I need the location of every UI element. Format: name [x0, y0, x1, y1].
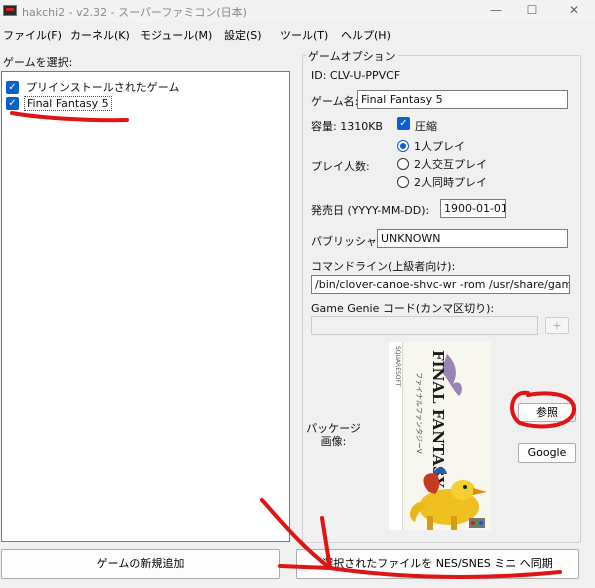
menu-settings[interactable]: 設定(S)	[224, 27, 262, 43]
menu-bar: ファイル(F) カーネル(K) モジュール(M) 設定(S) ツール(T) ヘル…	[0, 22, 595, 44]
game-label: プリインストールされたゲーム	[26, 81, 180, 94]
command-line-label: コマンドライン(上級者向け):	[311, 260, 456, 273]
menu-tools[interactable]: ツール(T)	[280, 27, 328, 43]
game-label: Final Fantasy 5	[24, 95, 112, 111]
sync-button[interactable]: 選択されたファイルを NES/SNES ミニ へ同期	[296, 549, 579, 579]
radio-label: 2人交互プレイ	[414, 158, 487, 171]
app-icon	[3, 5, 17, 16]
game-id: ID: CLV-U-PPVCF	[311, 69, 401, 82]
title-bar: hakchi2 - v2.32 - スーパーファミコン(日本) — ☐ ✕	[0, 0, 595, 22]
checkbox-final-fantasy-5[interactable]: ✓	[6, 96, 19, 110]
menu-help[interactable]: ヘルプ(H)	[341, 27, 391, 43]
players-label: プレイ人数:	[311, 160, 370, 173]
release-date-label: 発売日 (YYYY-MM-DD):	[311, 204, 430, 217]
radio-two-player-simultaneous[interactable]: 2人同時プレイ	[397, 174, 487, 190]
publisher-input[interactable]: UNKNOWN	[377, 229, 568, 248]
list-item[interactable]: ✓ プリインストールされたゲーム	[6, 79, 181, 95]
google-search-button[interactable]: Google	[518, 443, 576, 463]
radio-button[interactable]	[397, 176, 409, 188]
radio-label: 1人プレイ	[414, 140, 465, 153]
browse-button[interactable]: 参照	[518, 403, 576, 422]
release-date-input[interactable]: 1900-01-01	[440, 199, 506, 218]
game-list[interactable]: ✓ プリインストールされたゲーム ✓ Final Fantasy 5	[1, 71, 290, 542]
menu-modules[interactable]: モジュール(M)	[140, 27, 212, 43]
command-line-input[interactable]: /bin/clover-canoe-shvc-wr -rom /usr/shar…	[311, 275, 570, 294]
game-genie-label: Game Genie コード(カンマ区切り):	[311, 302, 495, 315]
menu-file[interactable]: ファイル(F)	[3, 27, 62, 43]
box-art-illustration: SQUARESOFT FINAL FANTASY V ファイナルファンタジーV	[389, 342, 491, 530]
game-genie-add-button[interactable]: +	[545, 317, 569, 334]
menu-kernel[interactable]: カーネル(K)	[70, 27, 130, 43]
radio-label: 2人同時プレイ	[414, 176, 487, 189]
package-image-label: パッケージ画像:	[306, 422, 361, 448]
game-options-legend: ゲームオプション	[306, 48, 398, 64]
checkbox-preinstalled[interactable]: ✓	[6, 80, 19, 94]
radio-two-player-alternating[interactable]: 2人交互プレイ	[397, 156, 487, 172]
game-genie-input[interactable]	[311, 316, 538, 335]
radio-one-player[interactable]: 1人プレイ	[397, 138, 465, 154]
close-button[interactable]: ✕	[556, 0, 592, 22]
minimize-button[interactable]: —	[478, 0, 514, 22]
game-list-label: ゲームを選択:	[3, 56, 73, 69]
radio-button[interactable]	[397, 140, 409, 152]
box-art-publisher-mark: SQUARESOFT	[394, 346, 401, 387]
box-art-kana: ファイナルファンタジーV	[415, 372, 424, 454]
box-art-image: SQUARESOFT FINAL FANTASY V ファイナルファンタジーV	[389, 342, 491, 530]
window-title: hakchi2 - v2.32 - スーパーファミコン(日本)	[22, 6, 247, 19]
size-label: 容量: 1310KB	[311, 120, 383, 133]
game-name-label: ゲーム名:	[311, 95, 359, 108]
maximize-button[interactable]: ☐	[514, 0, 550, 22]
list-item[interactable]: ✓ Final Fantasy 5	[6, 95, 112, 111]
radio-button[interactable]	[397, 158, 409, 170]
add-game-button[interactable]: ゲームの新規追加	[1, 549, 280, 579]
compress-label: 圧縮	[415, 120, 437, 133]
compress-checkbox[interactable]: ✓	[397, 117, 410, 130]
game-name-input[interactable]: Final Fantasy 5	[357, 90, 568, 109]
